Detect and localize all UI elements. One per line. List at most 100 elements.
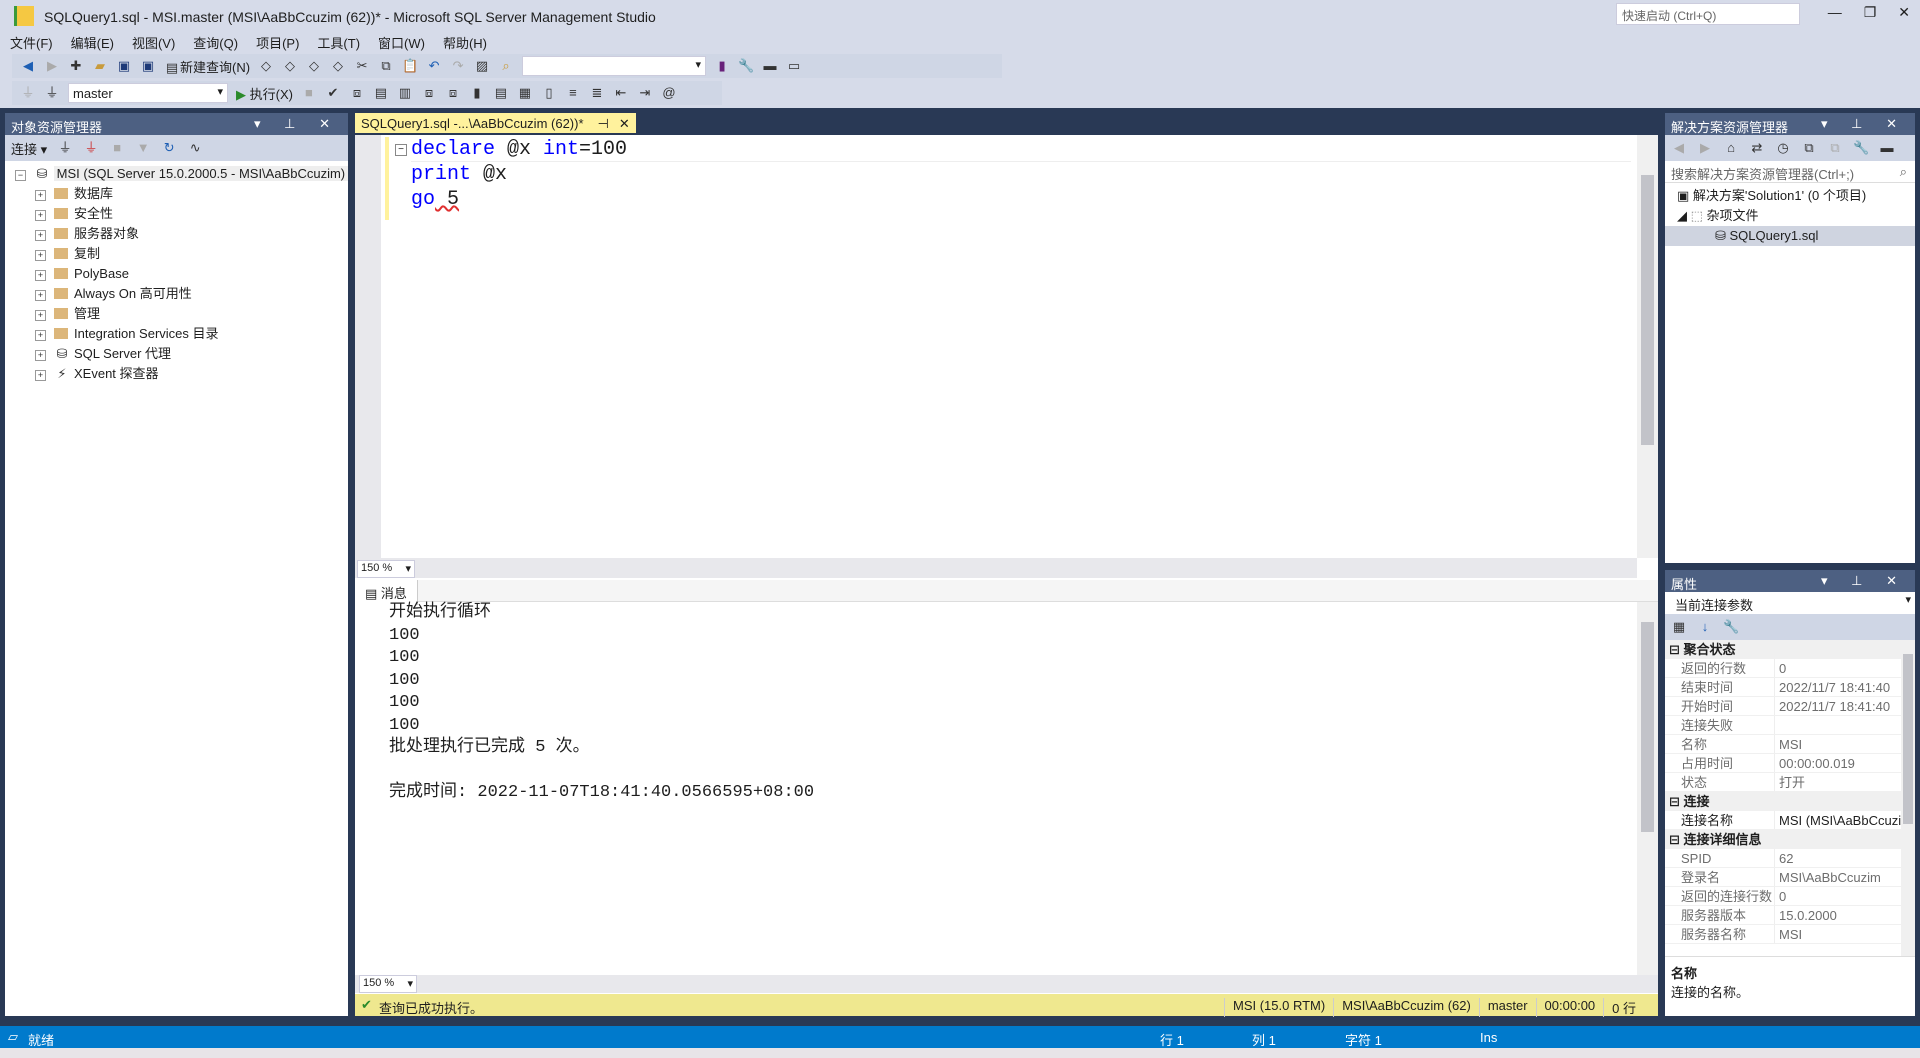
- collapse-icon[interactable]: ⊟: [1669, 832, 1684, 847]
- search-icon[interactable]: ⌕: [1900, 164, 1907, 180]
- tree-node[interactable]: + 数据库: [35, 184, 348, 204]
- property-group[interactable]: ⊟ 聚合状态: [1665, 640, 1901, 659]
- indent-icon[interactable]: ⇥: [637, 85, 653, 101]
- expand-icon[interactable]: +: [35, 190, 46, 201]
- collapse-region-icon[interactable]: −: [395, 144, 407, 156]
- property-row[interactable]: 服务器版本 15.0.2000: [1665, 906, 1901, 925]
- mdx-query-icon[interactable]: ◇: [258, 58, 274, 74]
- vs-icon[interactable]: ▮: [714, 58, 730, 74]
- property-grid[interactable]: ⊟ 聚合状态 返回的行数 0 结束时间 2022/11/7 18:41:40 开始时间 20…: [1665, 640, 1901, 956]
- console-icon[interactable]: ▭: [786, 58, 802, 74]
- property-row[interactable]: 结束时间 2022/11/7 18:41:40: [1665, 678, 1901, 697]
- property-pages-icon[interactable]: 🔧: [1723, 619, 1739, 635]
- solution-node[interactable]: ▣ 解决方案'Solution1' (0 个项目): [1677, 186, 1915, 206]
- property-row[interactable]: SPID 62: [1665, 849, 1901, 868]
- tab-sqlquery1[interactable]: SQLQuery1.sql -...\AaBbCcuzim (62))* ⊣ ✕: [355, 113, 636, 133]
- property-row[interactable]: 名称 MSI: [1665, 735, 1901, 754]
- tree-node[interactable]: + ⛁ SQL Server 代理: [35, 344, 348, 364]
- menu-item[interactable]: 项目(P): [256, 33, 299, 52]
- property-row[interactable]: 返回的连接行数 0: [1665, 887, 1901, 906]
- properties-icon[interactable]: 🔧: [1853, 140, 1869, 156]
- cut-icon[interactable]: ✂: [354, 58, 370, 74]
- expanded-icon[interactable]: ◢: [1677, 208, 1691, 223]
- copy-icon[interactable]: ⧉: [378, 58, 394, 74]
- property-group[interactable]: ⊟ 连接详细信息: [1665, 830, 1901, 849]
- menu-item[interactable]: 帮助(H): [443, 33, 487, 52]
- forward-icon[interactable]: ▶: [44, 58, 60, 74]
- filter-icon[interactable]: ▼: [135, 140, 151, 156]
- home-icon[interactable]: ⌂: [1723, 140, 1739, 156]
- tree-node[interactable]: + Always On 高可用性: [35, 284, 348, 304]
- results-file-icon[interactable]: ▯: [541, 85, 557, 101]
- activity-icon[interactable]: ∿: [187, 140, 203, 156]
- property-row[interactable]: 连接名称 MSI (MSI\AaBbCcuzim): [1665, 811, 1901, 830]
- collapse-icon[interactable]: ⊟: [1669, 642, 1684, 657]
- xmla-query-icon[interactable]: ◇: [306, 58, 322, 74]
- expand-icon[interactable]: +: [35, 310, 46, 321]
- menu-item[interactable]: 查询(Q): [193, 33, 238, 52]
- comment-icon[interactable]: ≡: [565, 85, 581, 101]
- copy-icon[interactable]: ⧉: [1827, 140, 1843, 156]
- properties-scrollbar[interactable]: [1901, 640, 1915, 956]
- tree-node[interactable]: + Integration Services 目录: [35, 324, 348, 344]
- menu-item[interactable]: 编辑(E): [71, 33, 114, 52]
- redo-icon[interactable]: ↷: [450, 58, 466, 74]
- tree-node[interactable]: + 复制: [35, 244, 348, 264]
- file-node[interactable]: ⛁ SQLQuery1.sql: [1665, 226, 1915, 246]
- display-plan-icon[interactable]: ⧈: [349, 85, 365, 101]
- uncomment-icon[interactable]: ≣: [589, 85, 605, 101]
- new-project-icon[interactable]: ✚: [68, 58, 84, 74]
- connect-icon[interactable]: ⏚: [57, 140, 73, 156]
- back-icon[interactable]: ◀: [1671, 140, 1687, 156]
- editor-vertical-scrollbar[interactable]: [1637, 135, 1658, 558]
- menu-item[interactable]: 工具(T): [317, 33, 360, 52]
- pin-icon[interactable]: ⊣: [598, 116, 609, 131]
- tree-node[interactable]: + ⚡ XEvent 探查器: [35, 364, 348, 384]
- property-row[interactable]: 服务器名称 MSI: [1665, 925, 1901, 944]
- menu-item[interactable]: 文件(F): [10, 33, 53, 52]
- pending-changes-icon[interactable]: ◷: [1775, 140, 1791, 156]
- messages-output[interactable]: 开始执行循环 100 100 100 100 100 批处理执行已完成 5 次。 完成时间: …: [389, 602, 1629, 805]
- toolbox-icon[interactable]: ▬: [762, 58, 778, 74]
- panel-controls[interactable]: ▾ ⊥ ✕: [254, 116, 340, 132]
- parse-icon[interactable]: ✔: [325, 85, 341, 101]
- property-row[interactable]: 连接失败: [1665, 716, 1901, 735]
- results-vertical-scrollbar[interactable]: [1637, 602, 1658, 975]
- expand-icon[interactable]: +: [35, 350, 46, 361]
- editor-zoom-select[interactable]: 150 %: [357, 560, 415, 578]
- wrench-icon[interactable]: 🔧: [738, 58, 754, 74]
- back-icon[interactable]: ◀: [20, 58, 36, 74]
- results-text-icon[interactable]: ▤: [493, 85, 509, 101]
- categorized-icon[interactable]: ▦: [1671, 619, 1687, 635]
- connect-icon[interactable]: ⏚: [20, 85, 36, 101]
- code-editor[interactable]: declare @x int=100 print @x go 5: [411, 137, 1631, 212]
- scroll-thumb[interactable]: [1641, 622, 1654, 832]
- execute-button[interactable]: ▶ 执行(X): [236, 84, 293, 103]
- paste-icon[interactable]: 📋: [402, 58, 418, 74]
- outdent-icon[interactable]: ⇤: [613, 85, 629, 101]
- property-row[interactable]: 占用时间 00:00:00.019: [1665, 754, 1901, 773]
- database-select[interactable]: master: [68, 83, 228, 103]
- expand-icon[interactable]: +: [35, 210, 46, 221]
- restore-icon[interactable]: ❐: [1864, 4, 1877, 21]
- results-grid-icon[interactable]: ▦: [517, 85, 533, 101]
- collapse-all-icon[interactable]: ⧉: [1801, 140, 1817, 156]
- menu-item[interactable]: 窗口(W): [378, 33, 425, 52]
- save-icon[interactable]: ▣: [116, 58, 132, 74]
- collapse-icon[interactable]: ⊟: [1669, 794, 1684, 809]
- intellisense-icon[interactable]: ▥: [397, 85, 413, 101]
- specify-values-icon[interactable]: @: [661, 85, 677, 101]
- disconnect-icon[interactable]: ⏚: [83, 140, 99, 156]
- tree-node[interactable]: + 管理: [35, 304, 348, 324]
- live-stats-icon[interactable]: ⧈: [445, 85, 461, 101]
- property-group[interactable]: ⊟ 连接: [1665, 792, 1901, 811]
- change-connection-icon[interactable]: ⏚: [44, 85, 60, 101]
- expand-icon[interactable]: +: [35, 230, 46, 241]
- dax-query-icon[interactable]: ◇: [330, 58, 346, 74]
- find-icon[interactable]: ⌕: [498, 58, 514, 74]
- stop-icon[interactable]: ■: [109, 140, 125, 156]
- minimize-icon[interactable]: —: [1828, 4, 1842, 21]
- sync-icon[interactable]: ⇄: [1749, 140, 1765, 156]
- property-row[interactable]: 登录名 MSI\AaBbCcuzim: [1665, 868, 1901, 887]
- stop-icon[interactable]: ■: [301, 85, 317, 101]
